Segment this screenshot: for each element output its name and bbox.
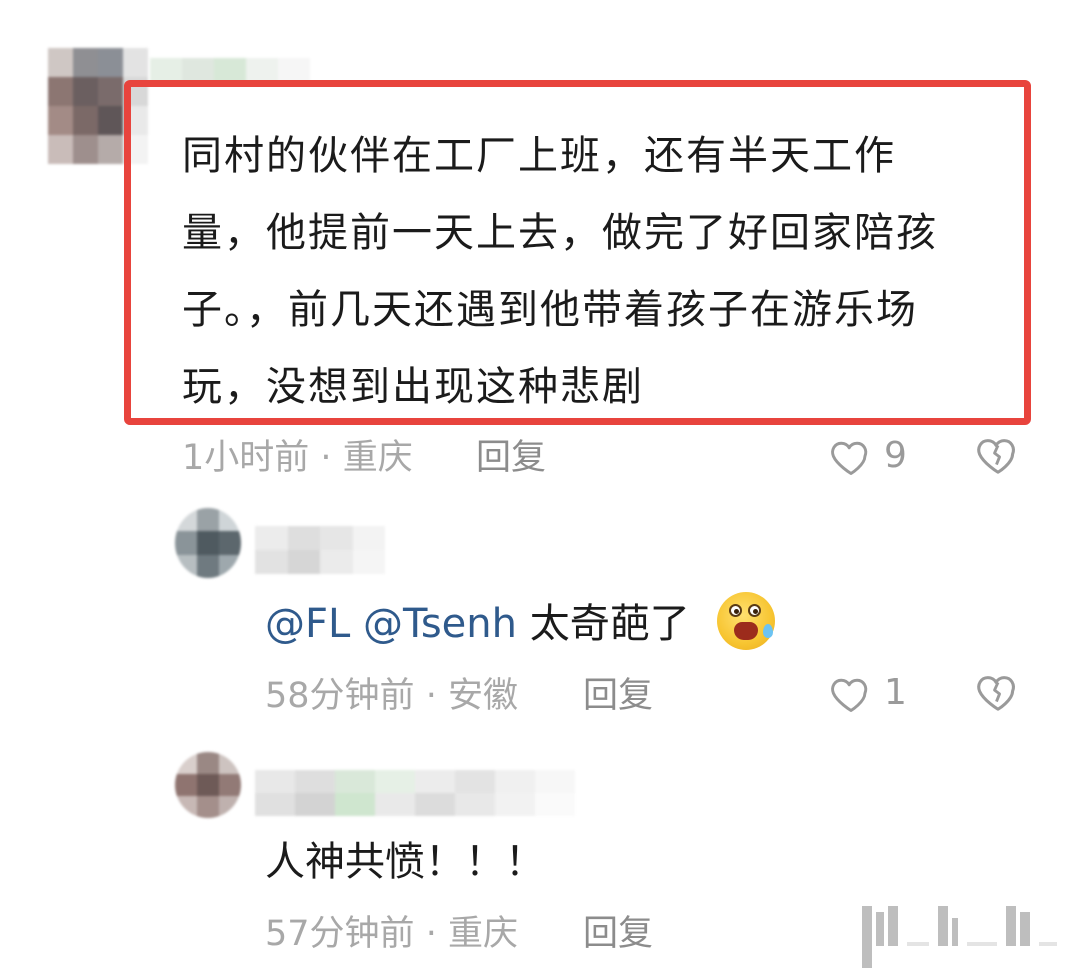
comment-line: 玩，没想到出现这种悲剧: [182, 364, 644, 410]
reply-avatar[interactable]: [175, 752, 241, 818]
like-count: 9: [884, 435, 907, 476]
watermark-logo: [862, 906, 1062, 968]
reply-location: 重庆: [447, 914, 518, 954]
reply-location: 安徽: [447, 676, 518, 716]
reply-time: 57分钟前: [265, 914, 415, 954]
reply-username[interactable]: [255, 526, 385, 574]
broken-heart-icon: [977, 439, 1015, 474]
reply-message: 人神共愤！！！: [265, 839, 545, 885]
reply-meta: 58分钟前 · 安徽: [265, 674, 518, 718]
dislike-button[interactable]: [974, 432, 1024, 482]
reply-button[interactable]: 回复: [583, 674, 653, 718]
comment-time: 1小时前: [182, 438, 310, 478]
comment-line: 子。，前几天还遇到他带着孩子在游乐场: [182, 287, 918, 333]
reply-meta: 57分钟前 · 重庆: [265, 912, 518, 956]
reply-message: 太奇葩了: [529, 601, 690, 647]
heart-outline-icon: [831, 678, 868, 712]
reply-button[interactable]: 回复: [583, 912, 653, 956]
like-count: 1: [884, 672, 907, 713]
comment-text: 同村的伙伴在工厂上班，还有半天工作 量，他提前一天上去，做完了好回家陪孩 子。，…: [182, 118, 938, 426]
comment-meta: 1小时前 · 重庆: [182, 436, 413, 480]
mention-link[interactable]: @Tsenh: [363, 601, 517, 647]
meta-separator: ·: [425, 676, 437, 716]
reply-avatar[interactable]: [175, 508, 241, 578]
like-button[interactable]: 1: [828, 669, 908, 719]
reply-time: 58分钟前: [265, 676, 415, 716]
comment-line: 量，他提前一天上去，做完了好回家陪孩: [182, 210, 938, 256]
broken-heart-icon: [977, 676, 1015, 711]
meta-separator: ·: [425, 914, 437, 954]
reply-text: @FL @Tsenh 太奇葩了: [265, 598, 690, 650]
heart-outline-icon: [831, 441, 868, 475]
meta-separator: ·: [320, 438, 332, 478]
mention-link[interactable]: @FL: [265, 601, 350, 647]
dislike-button[interactable]: [974, 669, 1024, 719]
comment-location: 重庆: [342, 438, 413, 478]
like-button[interactable]: 9: [828, 432, 918, 482]
reply-button[interactable]: 回复: [476, 436, 546, 480]
comment-line: 同村的伙伴在工厂上班，还有半天工作: [182, 133, 896, 179]
reply-username[interactable]: [255, 770, 575, 816]
anxious-sweat-face-icon: [717, 592, 775, 650]
